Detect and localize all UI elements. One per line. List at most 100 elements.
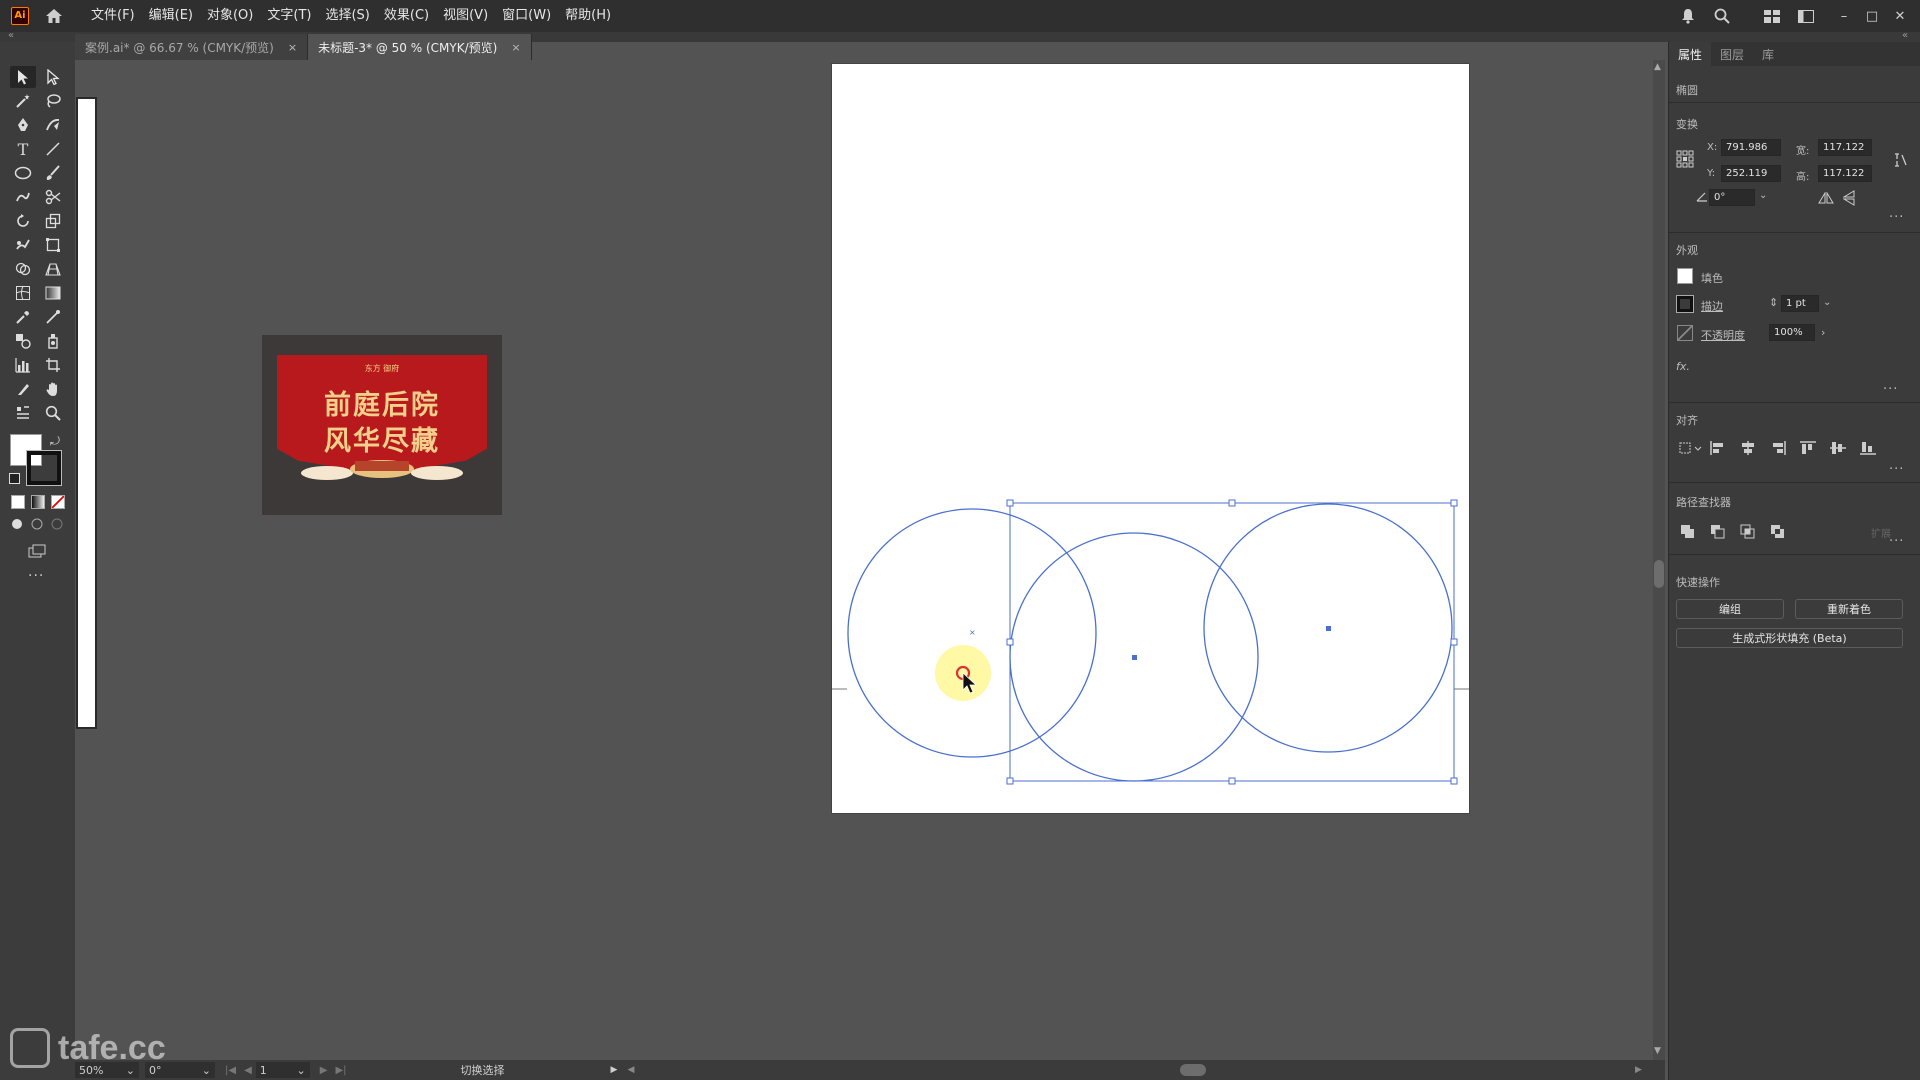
tab-libraries[interactable]: 库 (1753, 42, 1783, 66)
fill-swatch[interactable] (1677, 268, 1693, 284)
selection-tool-icon[interactable] (10, 66, 36, 88)
mesh-tool-icon[interactable] (10, 282, 36, 304)
align-bottom-icon[interactable] (1859, 440, 1877, 456)
stroke-color-swatch[interactable] (26, 450, 62, 486)
tab-close-icon[interactable]: × (288, 41, 297, 54)
minimize-icon[interactable]: – (1830, 6, 1858, 26)
magic-wand-tool-icon[interactable] (10, 90, 36, 112)
y-field[interactable]: 252.119 (1721, 165, 1781, 182)
scroll-up-icon[interactable]: ▲ (1654, 62, 1661, 72)
draw-behind-icon[interactable] (28, 516, 46, 532)
tab-document-2[interactable]: 未标题-3* @ 50 % (CMYK/预览) × (308, 34, 532, 60)
workspace-switcher-icon[interactable] (1758, 4, 1786, 28)
align-right-icon[interactable] (1769, 440, 1787, 456)
flip-horizontal-icon[interactable] (1818, 192, 1834, 204)
last-artboard-icon[interactable]: ▶| (335, 1065, 346, 1076)
align-horizontal-center-icon[interactable] (1739, 440, 1757, 456)
print-tiling-tool-icon[interactable] (10, 402, 36, 424)
align-left-icon[interactable] (1709, 440, 1727, 456)
stroke-weight-field[interactable]: 1 pt (1781, 295, 1819, 312)
menu-select[interactable]: 选择(S) (318, 0, 376, 32)
more-options-icon[interactable]: ··· (1889, 210, 1904, 225)
scroll-left-icon[interactable]: ◀ (627, 1065, 634, 1075)
horizontal-scroll-thumb[interactable] (1180, 1064, 1206, 1076)
tab-close-icon[interactable]: × (511, 41, 520, 54)
curvature-tool-icon[interactable] (40, 114, 66, 136)
blend-tool-icon[interactable] (10, 330, 36, 352)
intersect-icon[interactable] (1739, 523, 1757, 539)
opacity-label[interactable]: 不透明度 (1701, 327, 1745, 343)
status-menu-icon[interactable]: ▶ (611, 1065, 618, 1075)
first-artboard-icon[interactable]: |◀ (225, 1065, 236, 1076)
screen-mode-icon[interactable] (24, 542, 50, 560)
rotate-tool-icon[interactable] (10, 210, 36, 232)
notification-bell-icon[interactable] (1674, 4, 1702, 28)
unite-icon[interactable] (1679, 523, 1697, 539)
menu-type[interactable]: 文字(T) (260, 0, 318, 32)
chevron-right-icon[interactable]: › (1821, 326, 1825, 339)
arrange-documents-icon[interactable] (1792, 4, 1820, 28)
maximize-icon[interactable]: □ (1858, 6, 1886, 26)
gradient-mode-icon[interactable] (31, 495, 45, 509)
close-window-icon[interactable]: ✕ (1886, 6, 1914, 26)
previous-artboard-icon[interactable]: ◀ (244, 1065, 252, 1076)
more-options-icon[interactable]: ··· (1883, 382, 1898, 397)
stroke-stepper-icon[interactable]: ⇕ (1769, 296, 1778, 309)
menu-object[interactable]: 对象(O) (200, 0, 260, 32)
eyedropper-tool-icon[interactable] (10, 306, 36, 328)
column-graph-tool-icon[interactable] (10, 354, 36, 376)
fx-icon[interactable]: fx. (1676, 360, 1690, 373)
pen-tool-icon[interactable] (10, 114, 36, 136)
menu-effect[interactable]: 效果(C) (377, 0, 436, 32)
canvas[interactable]: 东方 御府 前庭后院 风华尽藏 × (97, 60, 1653, 1060)
lasso-tool-icon[interactable] (40, 90, 66, 112)
height-field[interactable]: 117.122 (1818, 165, 1872, 182)
tab-document-1[interactable]: 案例.ai* @ 66.67 % (CMYK/预览) × (75, 34, 309, 60)
tab-properties[interactable]: 属性 (1669, 42, 1712, 66)
hand-tool-icon[interactable] (40, 378, 66, 400)
gradient-tool-icon[interactable] (40, 282, 66, 304)
search-icon[interactable] (1708, 4, 1736, 28)
draw-normal-icon[interactable] (8, 516, 26, 532)
zoom-tool-icon[interactable] (40, 402, 66, 424)
menu-help[interactable]: 帮助(H) (558, 0, 618, 32)
free-transform-tool-icon[interactable] (40, 234, 66, 256)
home-icon[interactable] (43, 5, 65, 27)
menu-window[interactable]: 窗口(W) (495, 0, 558, 32)
swap-fill-stroke-icon[interactable]: ⤾ (50, 434, 60, 449)
flip-vertical-icon[interactable] (1843, 190, 1855, 206)
warp-tool-icon[interactable] (10, 234, 36, 256)
recolor-button[interactable]: 重新着色 (1795, 599, 1903, 619)
chevron-down-icon[interactable]: ⌄ (1823, 297, 1831, 308)
chevron-down-icon[interactable]: ⌄ (1759, 190, 1767, 201)
scroll-right-icon[interactable]: ▶ (1635, 1065, 1642, 1075)
scissors-tool-icon[interactable] (40, 186, 66, 208)
edit-toolbar-icon[interactable]: ··· (28, 568, 44, 584)
align-vertical-center-icon[interactable] (1829, 440, 1847, 456)
more-options-icon[interactable]: ··· (1889, 534, 1904, 549)
slice-tool-icon[interactable] (10, 378, 36, 400)
collapse-left-icon[interactable]: « (8, 30, 14, 41)
x-field[interactable]: 791.986 (1721, 139, 1781, 156)
expand-button[interactable]: 扩展 (1871, 525, 1891, 540)
next-artboard-icon[interactable]: ▶ (320, 1065, 328, 1076)
angle-field[interactable]: 0° (1709, 189, 1755, 206)
shaper-tool-icon[interactable] (10, 186, 36, 208)
artboard-number-select[interactable]: 1 ⌄ (255, 1062, 310, 1078)
color-mode-icon[interactable] (11, 495, 25, 509)
menu-view[interactable]: 视图(V) (436, 0, 495, 32)
menu-edit[interactable]: 编辑(E) (142, 0, 200, 32)
none-mode-icon[interactable] (51, 495, 65, 509)
measure-tool-icon[interactable] (40, 306, 66, 328)
line-segment-tool-icon[interactable] (40, 138, 66, 160)
vertical-scroll-thumb[interactable] (1654, 560, 1664, 588)
stroke-swatch[interactable] (1676, 295, 1694, 313)
minus-front-icon[interactable] (1709, 523, 1727, 539)
opacity-field[interactable]: 100% (1769, 324, 1815, 341)
reference-point-icon[interactable] (1676, 150, 1694, 168)
align-top-icon[interactable] (1799, 440, 1817, 456)
align-to-selection-icon[interactable] (1677, 440, 1703, 456)
scroll-down-icon[interactable]: ▼ (1654, 1046, 1661, 1056)
scale-tool-icon[interactable] (40, 210, 66, 232)
width-field[interactable]: 117.122 (1818, 139, 1872, 156)
